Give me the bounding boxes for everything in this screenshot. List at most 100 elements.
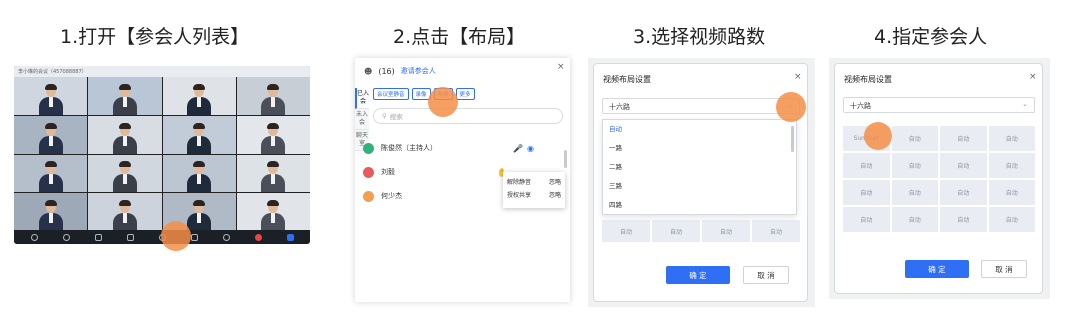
layout-cell[interactable]: 自动 xyxy=(891,153,938,178)
video-grid xyxy=(14,77,310,231)
option-4[interactable]: 四路 xyxy=(603,196,796,215)
highlight-participants-button xyxy=(161,221,191,251)
invite-link[interactable]: 邀请参会人 xyxy=(401,66,436,76)
participant-figure xyxy=(38,122,63,154)
layout-cell[interactable]: 自动 xyxy=(702,220,750,242)
ignore-option[interactable]: 忽略 xyxy=(549,189,561,202)
video-tile[interactable] xyxy=(88,154,162,193)
video-tile[interactable] xyxy=(236,115,310,154)
more-icon[interactable] xyxy=(222,233,230,241)
cancel-button[interactable]: 取 消 xyxy=(743,266,789,284)
video-tile[interactable] xyxy=(14,115,88,154)
layout-cell[interactable]: 自动 xyxy=(652,220,700,242)
participant-figure xyxy=(38,161,63,193)
share-screen-icon[interactable] xyxy=(94,233,102,241)
participant-figure xyxy=(261,83,286,115)
location-icon[interactable]: ◉ xyxy=(527,144,534,153)
layout-select[interactable]: 十六路 ⌄ xyxy=(843,97,1035,113)
participants-header: ☻ (16) 邀请参会人 xyxy=(364,66,436,76)
meeting-title: 李小琳的会议（457088887） xyxy=(14,66,310,77)
scrollbar[interactable] xyxy=(564,150,567,168)
layout-cell[interactable]: 自动 xyxy=(752,220,800,242)
hangup-icon[interactable] xyxy=(254,233,262,241)
participants-panel: ☻ (16) 邀请参会人 × 已入会 未入会 聊天室 会议室静音 录像 布局 更… xyxy=(355,58,570,302)
layout-cell[interactable]: 自动 xyxy=(988,207,1035,232)
layout-cell[interactable]: 自动 xyxy=(891,207,938,232)
camera-icon[interactable] xyxy=(62,233,70,241)
layout-cell[interactable]: 自动 xyxy=(940,180,987,205)
layout-select-value: 十六路 xyxy=(850,102,871,110)
layout-cell[interactable]: 自动 xyxy=(891,126,938,151)
layout-cell[interactable]: 自动 xyxy=(940,207,987,232)
layout-cell[interactable]: 自动 xyxy=(988,126,1035,151)
close-icon[interactable]: × xyxy=(794,72,802,82)
video-tile[interactable] xyxy=(236,154,310,193)
layout-cell[interactable]: 自动 xyxy=(988,180,1035,205)
video-tile[interactable] xyxy=(88,115,162,154)
ignore-option[interactable]: 忽略 xyxy=(549,176,561,189)
confirm-button[interactable]: 确 定 xyxy=(905,260,969,278)
video-tile[interactable] xyxy=(88,77,162,115)
meeting-window: 李小琳的会议（457088887） xyxy=(14,66,310,244)
mic-icon[interactable] xyxy=(30,233,38,241)
more-button[interactable]: 更多 xyxy=(455,88,475,100)
video-tile[interactable] xyxy=(162,77,236,115)
layout-cell[interactable]: 自动 xyxy=(891,180,938,205)
option-1[interactable]: 一路 xyxy=(603,139,796,158)
participant-name: 刘毅 xyxy=(381,168,395,176)
avatar xyxy=(363,166,374,178)
participant-figure xyxy=(261,161,286,193)
video-tile[interactable] xyxy=(236,77,310,115)
video-tile[interactable] xyxy=(162,154,236,193)
confirm-button[interactable]: 确 定 xyxy=(666,266,730,284)
settings-icon[interactable] xyxy=(286,233,294,241)
layout-cell[interactable]: 自动 xyxy=(940,153,987,178)
layout-cell[interactable]: 自动 xyxy=(940,126,987,151)
video-tile[interactable] xyxy=(14,154,88,193)
layout-cell[interactable]: 自动 xyxy=(843,153,890,178)
video-tile[interactable] xyxy=(14,77,88,115)
chat-icon[interactable] xyxy=(126,233,134,241)
grant-share-option[interactable]: 授权共享 xyxy=(507,189,531,202)
layout-cell[interactable]: 自动 xyxy=(843,180,890,205)
option-3[interactable]: 三路 xyxy=(603,177,796,196)
cancel-button[interactable]: 取 消 xyxy=(981,260,1027,278)
avatar xyxy=(363,190,374,202)
layout-cell[interactable]: 自动 xyxy=(988,153,1035,178)
video-tile[interactable] xyxy=(14,193,88,231)
participant-figure xyxy=(38,200,63,231)
participant-figure xyxy=(112,83,137,115)
video-tile[interactable] xyxy=(236,193,310,231)
video-tile[interactable] xyxy=(88,193,162,231)
layout-select[interactable]: 十六路 ⌄ xyxy=(602,98,800,114)
close-icon[interactable]: × xyxy=(1029,72,1037,82)
participant-name: 陈俊然（主持人） xyxy=(381,144,437,152)
participant-figure xyxy=(261,122,286,154)
action-chips: 会议室静音 录像 布局 更多 xyxy=(373,88,475,100)
step-2-title: 2.点击【布局】 xyxy=(393,26,526,48)
layout-icon[interactable] xyxy=(190,233,198,241)
participant-figure xyxy=(112,200,137,231)
tab-joined[interactable]: 已入会 xyxy=(355,88,369,109)
step-1-title: 1.打开【参会人列表】 xyxy=(60,26,250,48)
layout-dialog: 视频布局设置 × 十六路 ⌄ Summer 自动 自动 自动 自动 自动 自动 … xyxy=(834,63,1043,294)
dialog-title: 视频布局设置 xyxy=(844,75,892,84)
mute-all-button[interactable]: 会议室静音 xyxy=(373,88,409,100)
option-2[interactable]: 二路 xyxy=(603,158,796,177)
search-input[interactable]: ⚲ 搜索 xyxy=(373,108,563,124)
layout-cell[interactable]: 自动 xyxy=(602,220,650,242)
dropdown-scrollbar[interactable] xyxy=(791,126,794,152)
mic-icon[interactable]: 🎤 xyxy=(513,144,523,153)
video-tile[interactable] xyxy=(162,115,236,154)
participant-figure xyxy=(112,161,137,193)
close-icon[interactable]: × xyxy=(557,62,565,72)
option-auto[interactable]: 自动 xyxy=(603,120,796,139)
search-icon: ⚲ xyxy=(382,112,387,120)
step4-backdrop: 视频布局设置 × 十六路 ⌄ Summer 自动 自动 自动 自动 自动 自动 … xyxy=(829,58,1050,299)
participant-count: (16) xyxy=(378,66,395,76)
tab-not-joined[interactable]: 未入会 xyxy=(355,109,369,130)
unmute-option[interactable]: 解除静音 xyxy=(507,176,531,189)
chevron-down-icon: ⌄ xyxy=(1022,100,1028,108)
layout-cell[interactable]: 自动 xyxy=(843,207,890,232)
list-item[interactable]: 陈俊然（主持人） 🎤 ◉ xyxy=(355,136,570,160)
